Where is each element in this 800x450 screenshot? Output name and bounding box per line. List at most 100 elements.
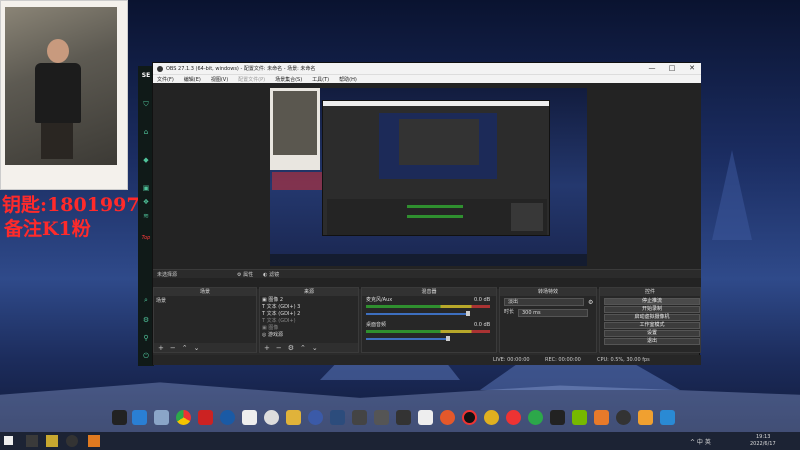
duration-input[interactable]: 300 ms [518,309,588,317]
up-icon[interactable]: ⌃ [300,344,306,352]
obs-icon[interactable] [286,410,301,425]
source-item[interactable]: ◎ 游戏源 [262,332,283,339]
se-logo[interactable]: SE [141,72,151,80]
overlay-note-text: 备注K1粉 [4,218,91,240]
mixer-track-level: 0.0 dB [474,322,491,328]
remove-icon[interactable]: − [170,344,176,352]
scenes-title: 场景 [154,288,256,296]
files-icon[interactable] [638,410,653,425]
menu-profile[interactable]: 配置文件(P) [238,76,265,83]
taskbar-app-icon[interactable] [26,435,38,447]
down-icon[interactable]: ⌄ [312,344,318,352]
coin-icon[interactable] [484,410,499,425]
group-icon[interactable]: ❖ [141,198,151,206]
volume-slider[interactable] [366,313,470,315]
gear-icon[interactable]: ⚙ [141,316,151,324]
se-icon[interactable] [396,410,411,425]
down-icon[interactable]: ⌄ [194,344,200,352]
volume-slider[interactable] [366,338,448,340]
volume-knob[interactable] [446,336,450,341]
power-icon[interactable]: ⏻ [141,352,151,360]
add-icon[interactable]: + [264,344,270,352]
nk-icon[interactable] [660,410,675,425]
menu-file[interactable]: 文件(F) [157,76,174,83]
source-item[interactable]: ▣ 图像 2 [262,297,283,304]
menu-tools[interactable]: 工具(T) [312,76,329,83]
transition-select[interactable]: 淡出 [504,298,584,306]
transition-gear-icon[interactable]: ⚙ [588,299,593,306]
game-icon[interactable] [198,410,213,425]
wechat-icon[interactable] [264,410,279,425]
virtual-camera-button[interactable]: 启动虚拟摄像机 [604,314,700,321]
scenes-panel: 场景 场景 + − ⌃ ⌄ [153,287,257,353]
g-icon[interactable] [462,410,477,425]
add-icon[interactable]: + [158,344,164,352]
top-badge[interactable]: Top [141,234,151,242]
taskbar-obs-icon[interactable] [66,435,78,447]
filters-button[interactable]: ◐ 滤镜 [263,271,279,278]
live-status: LIVE: 00:00:00 [493,357,530,363]
source-item[interactable]: T 文本 (GDI+) 2 [262,311,300,318]
remove-icon[interactable]: − [276,344,282,352]
nvidia-icon[interactable] [572,410,587,425]
s-icon[interactable] [418,410,433,425]
app-dock [110,410,675,430]
menu-scene-collection[interactable]: 场景集合(S) [275,76,302,83]
source-item[interactable]: T 文本 (GDI+) [262,318,296,325]
settings-button[interactable]: 设置 [604,330,700,337]
source-item[interactable]: ▣ 图像 [262,325,278,332]
wechat2-icon[interactable] [528,410,543,425]
taskbar-app-icon[interactable] [46,435,58,447]
tv-icon[interactable]: ▣ [141,184,151,192]
minimize-button[interactable]: — [645,63,659,74]
menu-help[interactable]: 帮助(H) [339,76,357,83]
pin-icon[interactable]: ⚲ [141,334,151,342]
properties-button[interactable]: ⚙ 属性 [237,271,253,278]
home-icon[interactable]: ⌂ [141,128,151,136]
studio-mode-button[interactable]: 工作室模式 [604,322,700,329]
maximize-button[interactable]: □ [665,63,679,74]
scene-item[interactable]: 场景 [156,298,166,305]
source-item[interactable]: T 文本 (GDI+) 3 [262,304,300,311]
volume-knob[interactable] [466,311,470,316]
exit-button[interactable]: 退出 [604,338,700,345]
wifi-icon[interactable]: ≋ [141,212,151,220]
shield-icon[interactable]: ⛉ [141,100,151,108]
app2-icon[interactable] [374,410,389,425]
source-label: 游戏源 [267,332,283,338]
clock-time[interactable]: 19:13 [756,434,770,440]
folder-icon[interactable] [308,410,323,425]
recycle-bin-icon[interactable] [154,410,169,425]
steam-icon[interactable] [242,410,257,425]
gear-icon[interactable]: ⚙ [288,344,294,352]
taskbar-app-icon[interactable] [88,435,100,447]
preview-area[interactable] [153,83,701,289]
cart-icon[interactable]: ◆ [141,156,151,164]
pc-icon[interactable] [132,410,147,425]
package-icon[interactable] [594,410,609,425]
controls-title: 控件 [600,288,700,296]
transitions-title: 转场特效 [500,288,596,296]
search-icon[interactable]: ⌕ [141,296,151,304]
windows-start-icon[interactable] [4,436,13,445]
close-button[interactable]: ✕ [685,63,699,74]
fox-icon[interactable] [440,410,455,425]
app-icon[interactable] [220,410,235,425]
clock-date[interactable]: 2022/6/17 [750,441,776,447]
source-label: 图像 [268,325,279,331]
up-icon[interactable]: ⌃ [182,344,188,352]
chrome-icon[interactable] [176,410,191,425]
menu-view[interactable]: 视图(V) [211,76,228,83]
mixer-track-name: 麦克风/Aux [366,297,393,303]
tray-text[interactable]: ^ 中 英 [690,437,711,446]
sources-panel: 来源 ▣ 图像 2 T 文本 (GDI+) 3 T 文本 (GDI+) 2 T … [259,287,359,353]
stop-streaming-button[interactable]: 停止推流 [604,298,700,305]
obs2-icon[interactable] [616,410,631,425]
weibo-icon[interactable] [506,410,521,425]
ebay-icon[interactable] [112,410,127,425]
media-icon[interactable] [352,410,367,425]
menu-edit[interactable]: 编辑(E) [184,76,201,83]
qq-icon[interactable] [550,410,565,425]
settings-icon[interactable] [330,410,345,425]
start-recording-button[interactable]: 开始录制 [604,306,700,313]
